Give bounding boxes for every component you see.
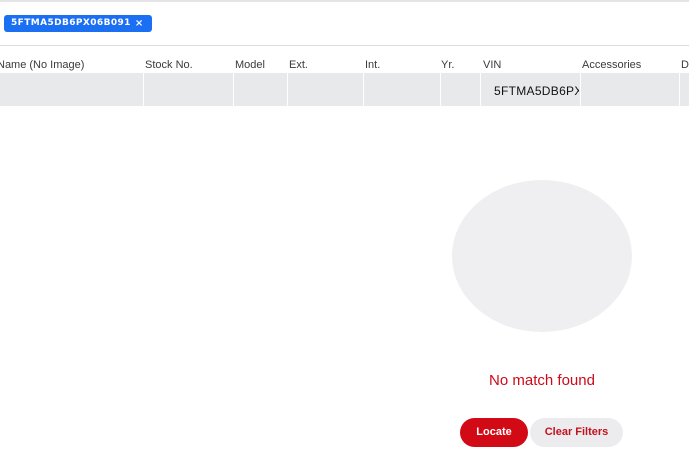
- close-icon[interactable]: ×: [135, 15, 144, 32]
- vin-filter-chip-label: 5FTMA5DB6PX06B091: [11, 18, 131, 28]
- no-match-message: No match found: [489, 372, 595, 389]
- vin-filter-chip[interactable]: 5FTMA5DB6PX06B091 ×: [4, 15, 152, 32]
- top-border: [0, 0, 689, 2]
- column-header-d[interactable]: D: [681, 58, 689, 72]
- empty-state-illustration: [452, 180, 632, 332]
- column-header-name[interactable]: Name (No Image): [0, 58, 84, 72]
- cell-divider: [679, 73, 680, 106]
- column-header-int[interactable]: Int.: [365, 58, 380, 72]
- column-header-model[interactable]: Model: [235, 58, 265, 72]
- cell-divider: [143, 73, 144, 106]
- column-header-accessories[interactable]: Accessories: [582, 58, 641, 72]
- column-header-vin[interactable]: VIN: [483, 58, 501, 72]
- vin-cell: 5FTMA5DB6PX: [494, 84, 579, 98]
- table-row[interactable]: [0, 73, 689, 106]
- column-header-yr[interactable]: Yr.: [441, 58, 454, 72]
- cell-divider: [363, 73, 364, 106]
- cell-divider: [480, 73, 481, 106]
- filter-divider: [0, 45, 689, 46]
- clear-filters-button[interactable]: Clear Filters: [530, 418, 623, 447]
- locate-button[interactable]: Locate: [460, 418, 528, 447]
- column-header-stock-no[interactable]: Stock No.: [145, 58, 193, 72]
- cell-divider: [440, 73, 441, 106]
- column-header-ext[interactable]: Ext.: [289, 58, 308, 72]
- cell-divider: [233, 73, 234, 106]
- cell-divider: [287, 73, 288, 106]
- cell-divider: [580, 73, 581, 106]
- inventory-search-panel: 5FTMA5DB6PX06B091 × Name (No Image) Stoc…: [0, 0, 689, 473]
